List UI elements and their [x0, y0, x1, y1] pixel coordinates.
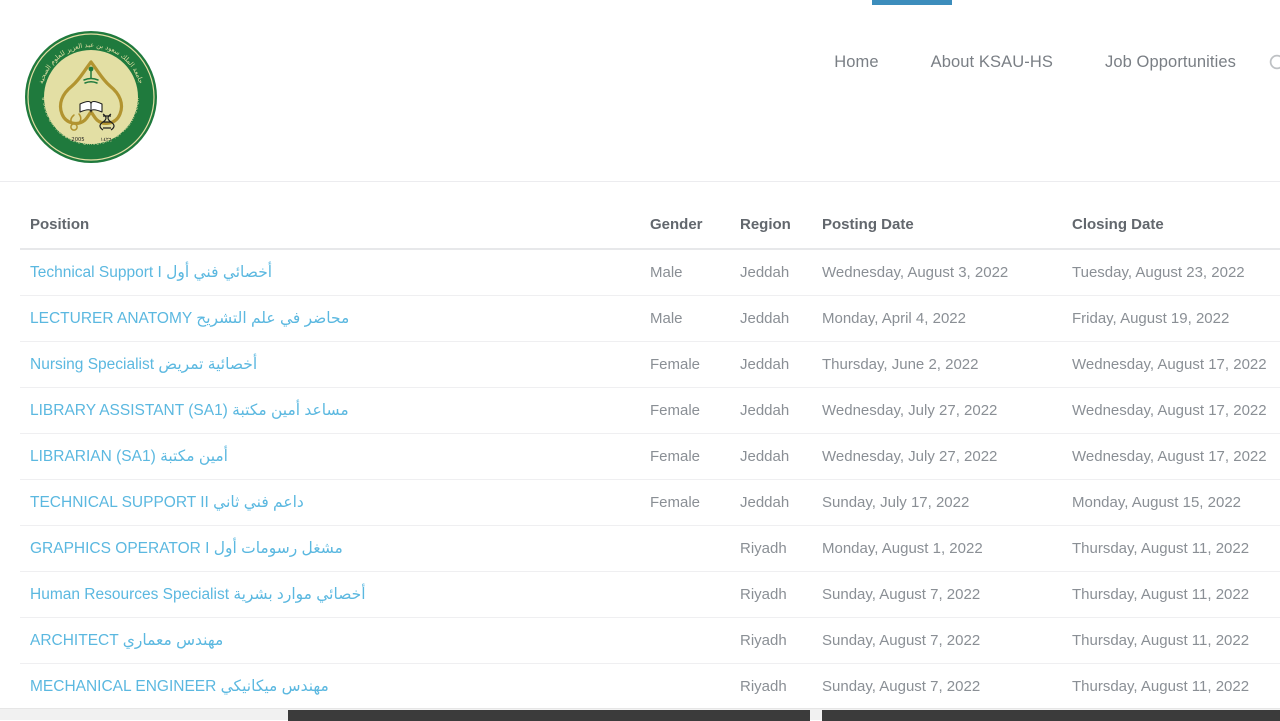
nav-item-job-opportunities[interactable]: Job Opportunities: [1079, 42, 1262, 82]
table-row: LIBRARY ASSISTANT (SA1) مساعد أمين مكتبة…: [20, 388, 1280, 434]
jobs-table-head: Position Gender Region Posting Date Clos…: [20, 200, 1280, 249]
table-row: MECHANICAL ENGINEER مهندس ميكانيكي Riyadh…: [20, 664, 1280, 709]
cell-position: LIBRARIAN (SA1) أمين مكتبة: [20, 434, 640, 480]
table-row: TECHNICAL SUPPORT II داعم فني ثاني Female…: [20, 480, 1280, 526]
cell-gender: [640, 618, 730, 664]
cell-posting-date: Wednesday, August 3, 2022: [812, 249, 1062, 296]
cell-position: Nursing Specialist أخصائية تمريض: [20, 342, 640, 388]
cell-gender: Male: [640, 296, 730, 342]
table-row: LECTURER ANATOMY محاضر في علم التشريح Mal…: [20, 296, 1280, 342]
job-position-link[interactable]: GRAPHICS OPERATOR I مشغل رسومات أول: [30, 540, 343, 557]
cell-region: Jeddah: [730, 388, 812, 434]
job-position-link[interactable]: LIBRARY ASSISTANT (SA1) مساعد أمين مكتبة: [30, 402, 349, 419]
cell-posting-date: Sunday, August 7, 2022: [812, 664, 1062, 709]
cell-region: Riyadh: [730, 618, 812, 664]
cell-region: Jeddah: [730, 434, 812, 480]
cell-posting-date: Sunday, August 7, 2022: [812, 572, 1062, 618]
job-position-link[interactable]: LIBRARIAN (SA1) أمين مكتبة: [30, 448, 228, 465]
job-position-link[interactable]: TECHNICAL SUPPORT II داعم فني ثاني: [30, 494, 304, 511]
horizontal-scrollbar-track[interactable]: [0, 708, 1280, 720]
cell-closing-date: Thursday, August 11, 2022: [1062, 572, 1280, 618]
table-row: Technical Support I أخصائي فني أول MaleJe…: [20, 249, 1280, 296]
cell-position: GRAPHICS OPERATOR I مشغل رسومات أول: [20, 526, 640, 572]
jobs-table-body: Technical Support I أخصائي فني أولMaleJe…: [20, 249, 1280, 708]
cell-closing-date: Friday, August 19, 2022: [1062, 296, 1280, 342]
cell-position: LECTURER ANATOMY محاضر في علم التشريح: [20, 296, 640, 342]
cell-region: Riyadh: [730, 572, 812, 618]
cell-closing-date: Wednesday, August 17, 2022: [1062, 434, 1280, 480]
horizontal-scrollbar-thumb[interactable]: [288, 710, 810, 721]
column-header-position[interactable]: Position: [20, 200, 640, 249]
column-header-gender[interactable]: Gender: [640, 200, 730, 249]
cell-posting-date: Sunday, August 7, 2022: [812, 618, 1062, 664]
column-header-closing-date[interactable]: Closing Date: [1062, 200, 1280, 249]
nav-item-home[interactable]: Home: [808, 42, 904, 82]
jobs-table-container: Position Gender Region Posting Date Clos…: [0, 200, 1280, 708]
job-position-link[interactable]: ARCHITECT مهندس معماري: [30, 632, 223, 649]
cell-gender: Female: [640, 342, 730, 388]
cell-position: Human Resources Specialist أخصائي موارد …: [20, 572, 640, 618]
table-row: LIBRARIAN (SA1) أمين مكتبةFemaleJeddahWe…: [20, 434, 1280, 480]
cell-gender: [640, 664, 730, 709]
main-navigation: Home About KSAU-HS Job Opportunities: [808, 42, 1280, 82]
horizontal-scrollbar-thumb-secondary[interactable]: [822, 710, 1280, 721]
cell-posting-date: Thursday, June 2, 2022: [812, 342, 1062, 388]
table-header-row: Position Gender Region Posting Date Clos…: [20, 200, 1280, 249]
table-row: GRAPHICS OPERATOR I مشغل رسومات أول Riyad…: [20, 526, 1280, 572]
cell-gender: Female: [640, 480, 730, 526]
cell-closing-date: Thursday, August 11, 2022: [1062, 526, 1280, 572]
cell-posting-date: Wednesday, July 27, 2022: [812, 434, 1062, 480]
cell-posting-date: Sunday, July 17, 2022: [812, 480, 1062, 526]
cell-gender: [640, 572, 730, 618]
cell-closing-date: Thursday, August 11, 2022: [1062, 664, 1280, 709]
svg-text:2005: 2005: [71, 137, 84, 143]
cell-region: Jeddah: [730, 249, 812, 296]
cell-gender: [640, 526, 730, 572]
cell-region: Jeddah: [730, 296, 812, 342]
column-header-region[interactable]: Region: [730, 200, 812, 249]
cell-closing-date: Thursday, August 11, 2022: [1062, 618, 1280, 664]
cell-closing-date: Tuesday, August 23, 2022: [1062, 249, 1280, 296]
cell-region: Jeddah: [730, 342, 812, 388]
table-row: ARCHITECT مهندس معماري RiyadhSunday, Augu…: [20, 618, 1280, 664]
cell-position: LIBRARY ASSISTANT (SA1) مساعد أمين مكتبة: [20, 388, 640, 434]
cell-position: ARCHITECT مهندس معماري: [20, 618, 640, 664]
cell-gender: Female: [640, 434, 730, 480]
job-position-link[interactable]: MECHANICAL ENGINEER مهندس ميكانيكي: [30, 678, 329, 695]
job-position-link[interactable]: Human Resources Specialist أخصائي موارد …: [30, 586, 366, 603]
cell-closing-date: Monday, August 15, 2022: [1062, 480, 1280, 526]
site-header: جامعة الملك سعود بن عبد العزيز للعلوم ال…: [0, 6, 1280, 182]
ksau-hs-seal-logo[interactable]: جامعة الملك سعود بن عبد العزيز للعلوم ال…: [22, 28, 160, 166]
cell-region: Riyadh: [730, 526, 812, 572]
cell-region: Jeddah: [730, 480, 812, 526]
svg-text:١٤٢٦: ١٤٢٦: [100, 137, 111, 143]
cell-posting-date: Monday, August 1, 2022: [812, 526, 1062, 572]
search-icon[interactable]: [1262, 42, 1280, 82]
cell-position: MECHANICAL ENGINEER مهندس ميكانيكي: [20, 664, 640, 709]
cell-gender: Female: [640, 388, 730, 434]
jobs-table: Position Gender Region Posting Date Clos…: [20, 200, 1280, 708]
table-row: Nursing Specialist أخصائية تمريض FemaleJe…: [20, 342, 1280, 388]
cell-posting-date: Monday, April 4, 2022: [812, 296, 1062, 342]
cell-posting-date: Wednesday, July 27, 2022: [812, 388, 1062, 434]
cell-gender: Male: [640, 249, 730, 296]
cell-region: Riyadh: [730, 664, 812, 709]
cell-closing-date: Wednesday, August 17, 2022: [1062, 388, 1280, 434]
nav-item-about[interactable]: About KSAU-HS: [905, 42, 1079, 82]
cell-position: TECHNICAL SUPPORT II داعم فني ثاني: [20, 480, 640, 526]
job-position-link[interactable]: Nursing Specialist أخصائية تمريض: [30, 356, 257, 373]
job-position-link[interactable]: Technical Support I أخصائي فني أول: [30, 264, 272, 281]
table-row: Human Resources Specialist أخصائي موارد …: [20, 572, 1280, 618]
cell-position: Technical Support I أخصائي فني أول: [20, 249, 640, 296]
cell-closing-date: Wednesday, August 17, 2022: [1062, 342, 1280, 388]
active-tab-indicator: [872, 0, 952, 5]
job-position-link[interactable]: LECTURER ANATOMY محاضر في علم التشريح: [30, 310, 349, 327]
column-header-posting-date[interactable]: Posting Date: [812, 200, 1062, 249]
